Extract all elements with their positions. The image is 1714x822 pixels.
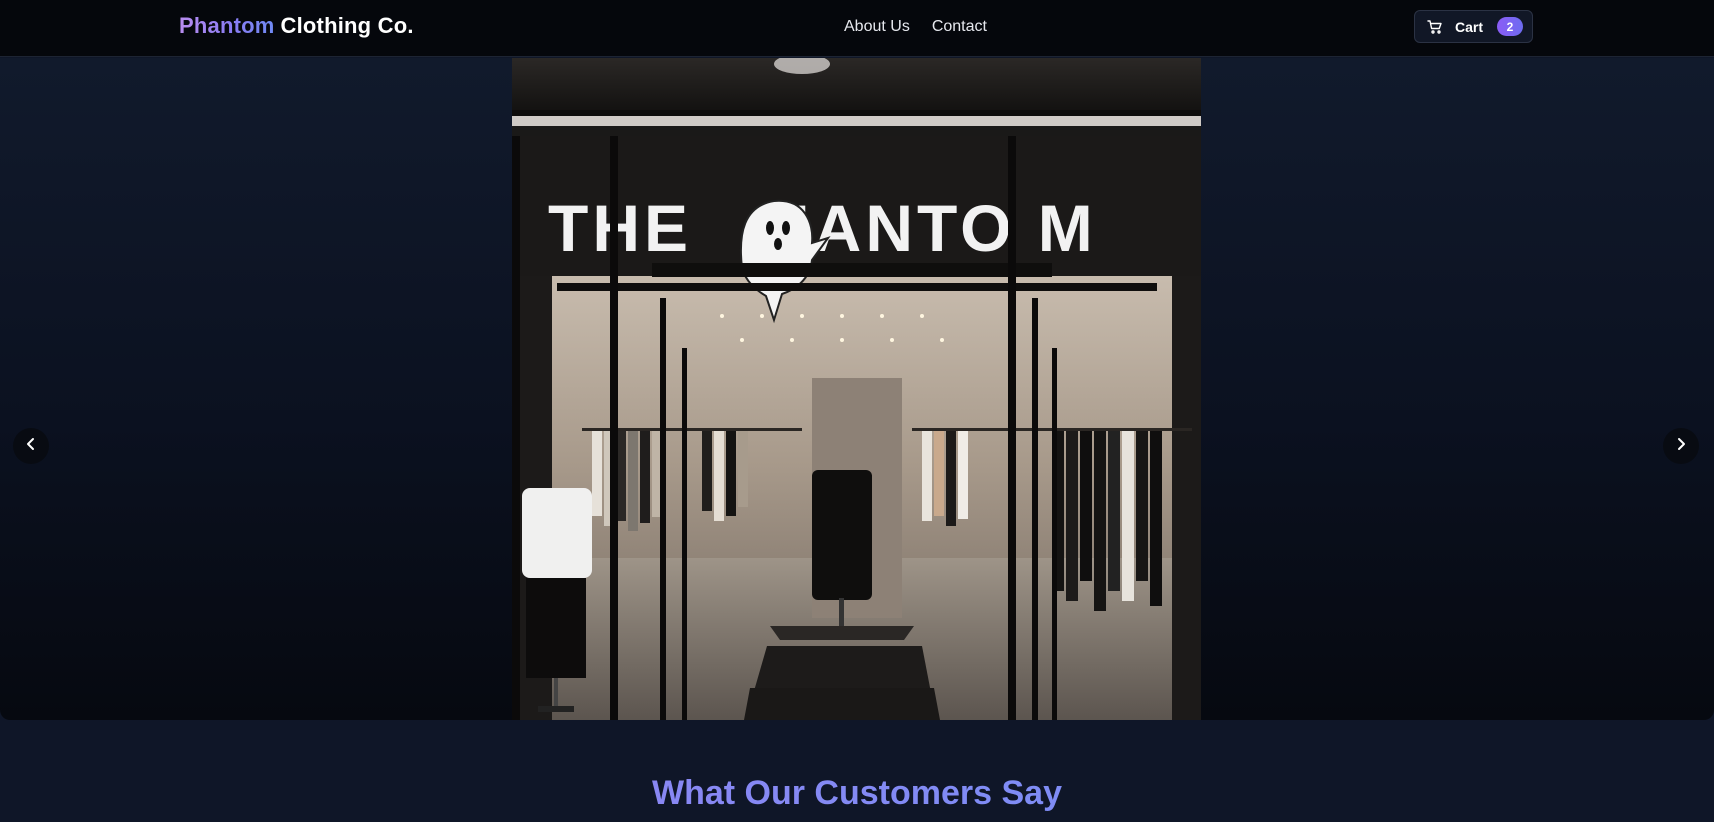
cart-label: Cart	[1455, 18, 1484, 35]
svg-text:THE: THE	[548, 191, 692, 265]
chevron-left-icon	[24, 437, 38, 456]
main-nav: About Us Contact	[844, 18, 987, 36]
hero-carousel: THE HANTO M	[0, 58, 1714, 720]
nav-link-about[interactable]: About Us	[844, 18, 910, 36]
testimonials-title: What Our Customers Say	[0, 774, 1714, 813]
nav-link-contact[interactable]: Contact	[932, 18, 987, 36]
brand-accent-text: Phantom	[179, 13, 275, 38]
carousel-prev-button[interactable]	[13, 428, 49, 464]
storefront-illustration: THE HANTO M	[512, 58, 1201, 720]
testimonials-section: What Our Customers Say	[0, 770, 1714, 822]
shopping-cart-icon	[1427, 19, 1443, 35]
carousel-slide-image: THE HANTO M	[512, 58, 1201, 720]
cart-button[interactable]: Cart 2	[1414, 10, 1533, 43]
brand-main-text: Clothing Co.	[280, 13, 414, 38]
chevron-right-icon	[1674, 437, 1688, 456]
cart-count-badge: 2	[1497, 17, 1524, 36]
site-header: Phantom Clothing Co. About Us Contact Car…	[0, 0, 1714, 57]
brand-logo[interactable]: Phantom Clothing Co.	[179, 13, 414, 39]
carousel-next-button[interactable]	[1663, 428, 1699, 464]
